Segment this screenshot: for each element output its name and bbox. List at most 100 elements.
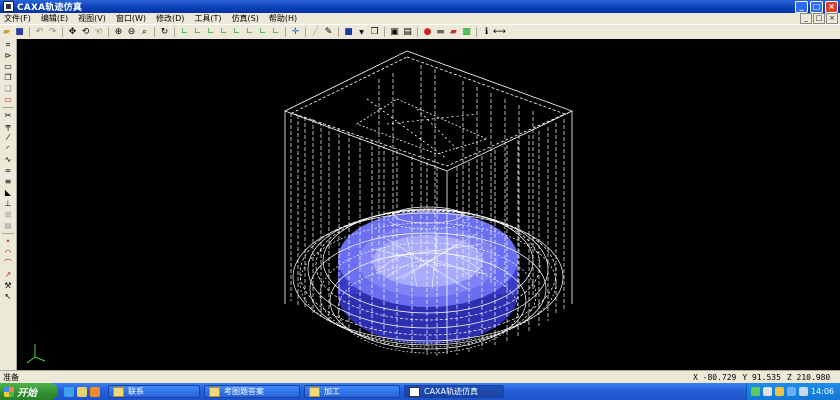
volume-icon[interactable] [798, 387, 808, 396]
menu-file[interactable]: 文件(F) [0, 13, 37, 24]
measure-icon[interactable]: ⟷ [493, 27, 506, 38]
menu-help[interactable]: 帮助(H) [265, 13, 303, 24]
clock[interactable]: 14:06 [811, 387, 834, 396]
line-icon[interactable]: ⁄ [3, 133, 14, 143]
status-text: 准备 [3, 373, 19, 382]
rectangle-icon[interactable]: ▭ [3, 62, 14, 72]
toolpath-drawing [26, 50, 574, 364]
coordinate-readout: X -80.729 Y 91.535 Z 210.980 [693, 373, 830, 382]
pointer-icon[interactable]: ↖ [3, 292, 14, 302]
app-icon [3, 1, 14, 12]
refresh-icon[interactable]: ↻ [159, 27, 170, 38]
dimension-icon[interactable]: ⊞ [3, 210, 14, 220]
paste-icon[interactable]: ❑ [3, 84, 14, 94]
title-bar: CAXA轨迹仿真 _ □ × [0, 0, 840, 13]
task-jiagong[interactable]: 加工 [304, 385, 400, 398]
media-icon[interactable] [90, 386, 100, 397]
spline-icon[interactable]: ∿ [3, 155, 14, 165]
axis-x-icon[interactable]: ∟ [179, 27, 190, 38]
offset-icon[interactable]: ≡ [3, 177, 14, 187]
tray-icon[interactable] [786, 387, 796, 396]
open-icon[interactable]: ▰ [1, 27, 12, 38]
minimize-button[interactable]: _ [795, 1, 808, 13]
chain-icon[interactable]: ∞ [3, 166, 14, 176]
close-button[interactable]: × [825, 1, 838, 13]
taskbar: 开始 联系 考图题答案 加工 CAXA轨迹仿真 14:06 [0, 383, 840, 400]
hatch-icon[interactable]: ▤ [3, 221, 14, 231]
left-toolbar: ⌗ ⊳ ▭ ❐ ❑ ▭ ✂ ╤ ⁄ ◜ ∿ ∞ ≡ ◣ ⊥ ⊞ ▤ • ◠ ⌒ … [0, 39, 17, 370]
render-icon[interactable]: ▩ [461, 27, 472, 38]
line-disabled-icon: ╱ [312, 26, 319, 37]
menu-view[interactable]: 视图(V) [74, 13, 112, 24]
menu-tools[interactable]: 工具(T) [190, 13, 227, 24]
start-button[interactable]: 开始 [0, 383, 58, 400]
dropdown-icon[interactable]: ▼ [356, 27, 367, 38]
caxa-icon [409, 386, 420, 397]
axis-y-icon[interactable]: ∟ [192, 27, 203, 38]
extend-icon[interactable]: ⊥ [3, 199, 14, 209]
menu-bar: 文件(F) 编辑(E) 视图(V) 窗口(W) 修改(D) 工具(T) 仿真(S… [0, 13, 840, 24]
folder-icon [113, 386, 124, 397]
task-kaotu[interactable]: 考图题答案 [204, 385, 300, 398]
fillet-icon[interactable]: ◣ [3, 188, 14, 198]
tray-icon[interactable] [750, 387, 760, 396]
cube-icon[interactable]: ■ [343, 27, 354, 38]
axis-yz-icon[interactable]: ∟ [231, 27, 242, 38]
pan-icon[interactable]: ✥ [67, 27, 78, 38]
box-icon[interactable]: ❒ [369, 27, 380, 38]
mdi-restore-button[interactable]: □ [813, 13, 825, 24]
coord-x: X -80.729 [693, 373, 737, 382]
window-icon[interactable]: ▤ [402, 27, 413, 38]
task-caxa[interactable]: CAXA轨迹仿真 [404, 385, 504, 398]
erase-icon[interactable]: ▭ [3, 95, 14, 105]
undo-icon[interactable]: ↶ [34, 27, 45, 38]
select-icon[interactable]: ⊳ [3, 51, 14, 61]
menu-simulate[interactable]: 仿真(S) [228, 13, 265, 24]
main-toolbar: ▰ ■ ↶ ↷ ✥ ⟲ ☜ ⊕ ⊖ ⌕ ↻ ∟ ∟ ∟ ∟ ∟ ∟ ∟ ∟ ✛ … [0, 24, 840, 40]
shade-icon[interactable]: ▬ [435, 27, 446, 38]
axis-view-icon[interactable]: ∟ [270, 27, 281, 38]
hand-icon[interactable]: ☜ [93, 27, 104, 38]
point-icon[interactable]: • [3, 237, 14, 247]
mdi-close-button[interactable]: × [826, 13, 838, 24]
cut-icon[interactable]: ✂ [3, 111, 14, 121]
crop-icon[interactable]: ⌗ [3, 40, 14, 50]
redo-icon[interactable]: ↷ [47, 27, 58, 38]
ie-icon[interactable] [64, 386, 74, 397]
tray-icon[interactable] [774, 387, 784, 396]
copy-icon[interactable]: ❐ [3, 73, 14, 83]
arc2-icon[interactable]: ⌒ [3, 259, 14, 269]
trim-icon[interactable]: ╤ [3, 122, 14, 132]
mdi-minimize-button[interactable]: _ [800, 13, 812, 24]
quick-launch [64, 386, 100, 397]
tray-icon[interactable] [762, 387, 772, 396]
graphics-viewport[interactable] [17, 39, 840, 370]
move-icon[interactable]: ✛ [290, 27, 301, 38]
axis-xy-icon[interactable]: ∟ [218, 27, 229, 38]
save-icon[interactable]: ■ [14, 27, 25, 38]
menu-modify[interactable]: 修改(D) [152, 13, 190, 24]
tool-icon[interactable]: ⚒ [3, 281, 14, 291]
axis-iso-icon[interactable]: ∟ [257, 27, 268, 38]
desktop-icon[interactable] [77, 386, 87, 397]
rotate-icon[interactable]: ⟲ [80, 27, 91, 38]
circle-icon[interactable]: ◠ [3, 248, 14, 258]
arc-icon[interactable]: ◜ [3, 144, 14, 154]
zoom-in-icon[interactable]: ⊕ [113, 27, 124, 38]
color-icon[interactable]: ▰ [448, 27, 459, 38]
menu-edit[interactable]: 编辑(E) [37, 13, 74, 24]
folder-icon [309, 386, 320, 397]
zoom-window-icon[interactable]: ⌕ [139, 27, 150, 38]
pen-icon[interactable]: ✎ [323, 27, 334, 38]
zoom-out-icon[interactable]: ⊖ [126, 27, 137, 38]
status-bar: 准备 X -80.729 Y 91.535 Z 210.980 [0, 370, 840, 384]
axis-z-icon[interactable]: ∟ [205, 27, 216, 38]
simulate-icon[interactable]: ● [422, 27, 433, 38]
arrow-icon[interactable]: ↗ [3, 270, 14, 280]
task-lianxi[interactable]: 联系 [108, 385, 200, 398]
view-icon[interactable]: ▣ [389, 27, 400, 38]
axis-xz-icon[interactable]: ∟ [244, 27, 255, 38]
info-icon[interactable]: ℹ [481, 27, 492, 38]
menu-window[interactable]: 窗口(W) [112, 13, 152, 24]
maximize-button[interactable]: □ [810, 1, 823, 13]
